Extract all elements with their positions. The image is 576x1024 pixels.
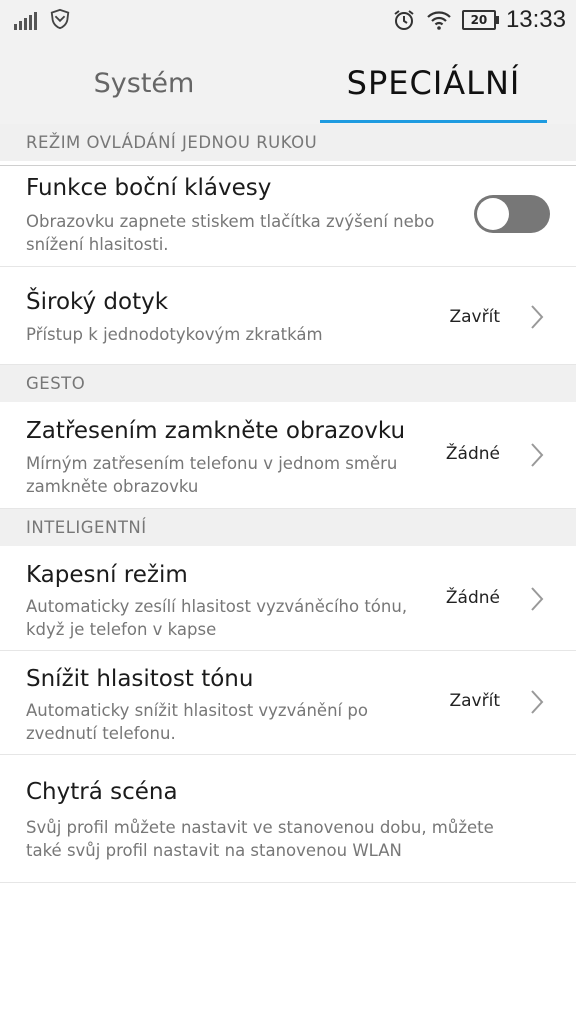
setting-title: Široký dotyk: [26, 289, 169, 315]
section-header-intelligent: INTELIGENTNÍ: [0, 509, 576, 546]
setting-value: Žádné: [445, 588, 500, 608]
setting-description: Mírným zatřesením telefonu v jednom směr…: [26, 454, 398, 496]
tab-system[interactable]: Systém: [0, 42, 288, 124]
signal-icon: [14, 12, 37, 30]
section-header-gesture: GESTO: [0, 365, 576, 402]
setting-description: Svůj profil můžete nastavit ve stanoveno…: [26, 818, 494, 860]
section-header-one-hand: REŽIM OVLÁDÁNÍ JEDNOU RUKOU: [0, 124, 576, 161]
setting-title: Snížit hlasitost tónu: [26, 666, 254, 692]
setting-side-key[interactable]: Funkce boční klávesy Obrazovku zapnete s…: [0, 161, 576, 267]
tab-special[interactable]: SPECIÁLNÍ: [320, 42, 547, 124]
setting-description: Automaticky zesílí hlasitost vyzváněcího…: [26, 597, 408, 639]
status-clock: 13:33: [505, 6, 566, 33]
setting-lower-tone[interactable]: Snížit hlasitost tónu Automaticky snížit…: [0, 651, 576, 755]
setting-description: Obrazovku zapnete stiskem tlačítka zvýše…: [26, 212, 435, 254]
setting-value: Zavřít: [449, 691, 500, 711]
toggle-knob: [477, 198, 509, 230]
shield-icon: [50, 8, 70, 30]
setting-value: Zavřít: [449, 307, 500, 327]
tab-bar: Systém SPECIÁLNÍ: [0, 42, 576, 166]
chevron-right-icon: [531, 443, 544, 467]
setting-value: Žádné: [445, 444, 500, 464]
status-bar: 20 13:33: [0, 0, 576, 42]
setting-wide-touch[interactable]: Široký dotyk Přístup k jednodotykovým zk…: [0, 267, 576, 365]
battery-icon: 20: [461, 10, 499, 30]
setting-pocket-mode[interactable]: Kapesní režim Automaticky zesílí hlasito…: [0, 546, 576, 651]
settings-list: REŽIM OVLÁDÁNÍ JEDNOU RUKOU Funkce boční…: [0, 124, 576, 883]
setting-smart-scene[interactable]: Chytrá scéna Svůj profil můžete nastavit…: [0, 755, 576, 883]
side-key-toggle[interactable]: [474, 195, 550, 233]
chevron-right-icon: [531, 690, 544, 714]
wifi-icon: [427, 11, 451, 30]
setting-description: Automaticky snížit hlasitost vyzvánění p…: [26, 701, 368, 743]
setting-title: Chytrá scéna: [26, 779, 178, 805]
chevron-right-icon: [531, 305, 544, 329]
alarm-icon: [394, 10, 414, 30]
setting-description: Přístup k jednodotykovým zkratkám: [26, 325, 323, 344]
active-tab-indicator: [320, 120, 547, 123]
setting-shake-lock[interactable]: Zatřesením zamkněte obrazovku Mírným zat…: [0, 402, 576, 509]
setting-title: Zatřesením zamkněte obrazovku: [26, 418, 406, 444]
chevron-right-icon: [531, 587, 544, 611]
setting-title: Kapesní režim: [26, 562, 188, 588]
setting-title: Funkce boční klávesy: [26, 175, 272, 201]
